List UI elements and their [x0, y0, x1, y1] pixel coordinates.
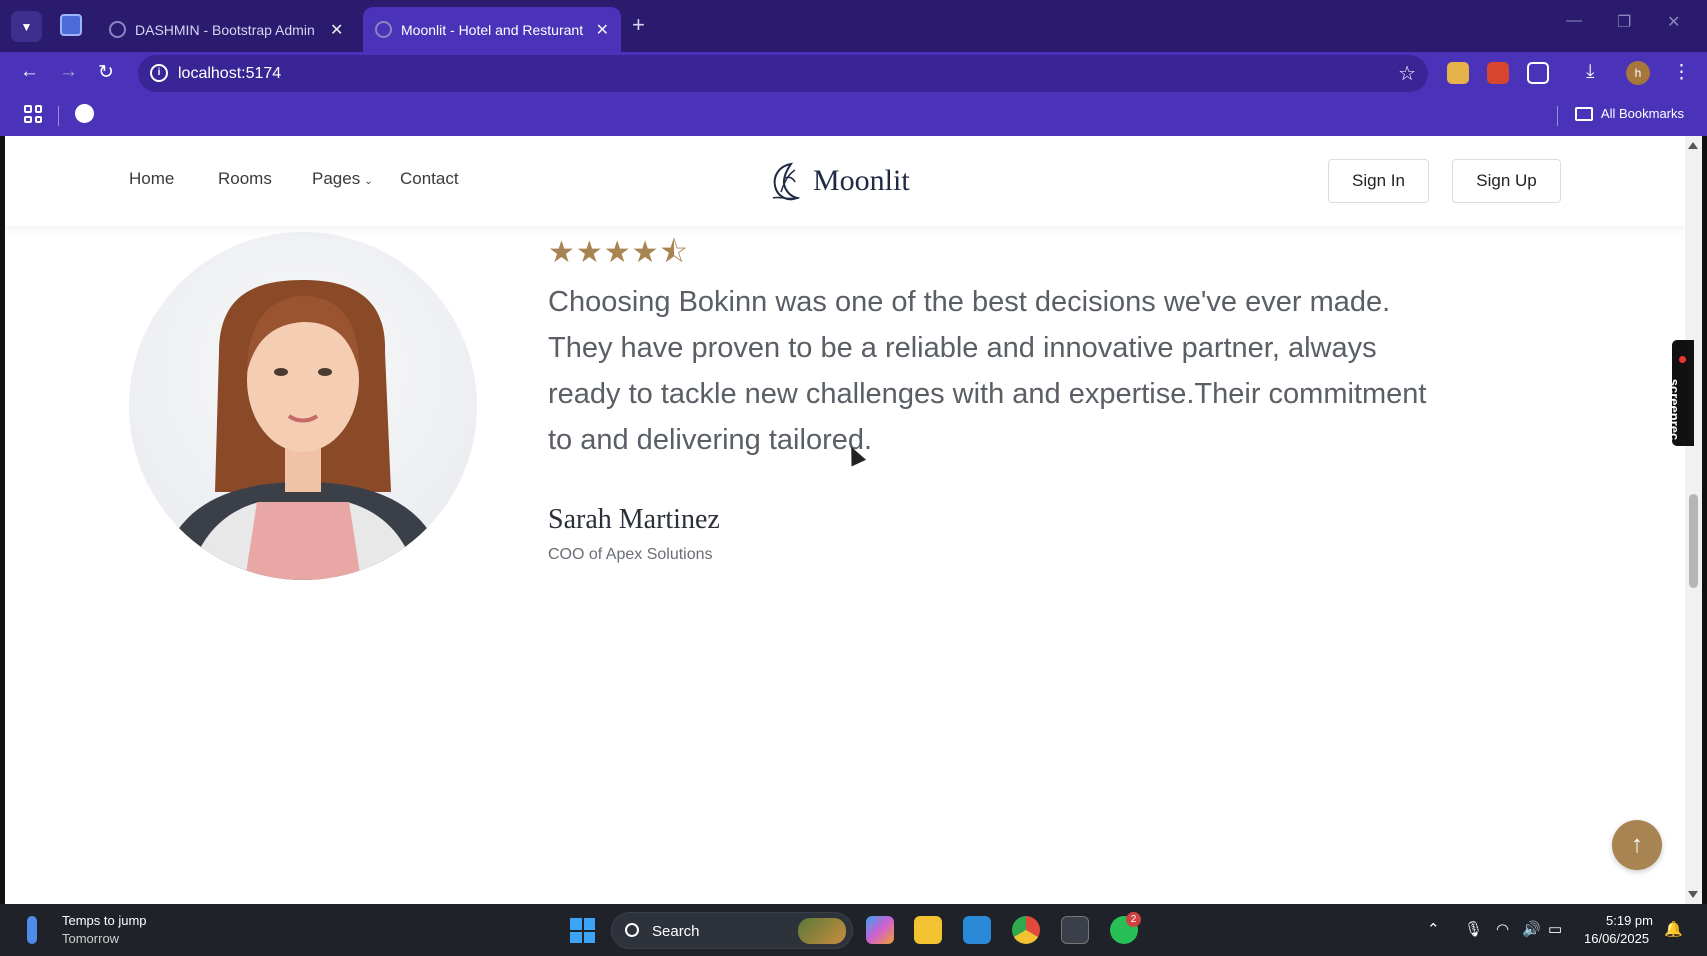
thermometer-icon[interactable] [27, 916, 37, 944]
arrow-up-icon: ↑ [1631, 831, 1643, 858]
taskbar-search[interactable]: Search [611, 912, 853, 949]
restore-icon[interactable]: ❐ [1617, 12, 1631, 32]
tab-search-button[interactable]: ▼ [11, 11, 42, 42]
screen: ▼ DASHMIN - Bootstrap Admin T ✕ Moonlit … [0, 0, 1707, 956]
nav-contact[interactable]: Contact [400, 169, 459, 189]
scrollbar-thumb[interactable] [1689, 494, 1698, 588]
tab-favicon-icon [375, 21, 392, 38]
tab-title: Moonlit - Hotel and Resturant | [401, 21, 584, 38]
reload-icon[interactable]: ↻ [98, 61, 114, 84]
tab-dashmin[interactable]: DASHMIN - Bootstrap Admin T ✕ [97, 7, 360, 52]
clock-date[interactable]: 16/06/2025 [1584, 931, 1649, 946]
terminal-icon[interactable] [1061, 916, 1089, 944]
brand-logo-link[interactable]: Moonlit [767, 158, 910, 204]
window-close-icon[interactable]: ✕ [1667, 12, 1680, 32]
chevron-up-icon[interactable]: ⌃ [1427, 920, 1440, 938]
forward-icon[interactable]: → [59, 61, 78, 83]
volume-icon[interactable]: 🔊 [1522, 920, 1541, 938]
menu-kebab-icon[interactable]: ⋮ [1672, 61, 1691, 84]
file-explorer-icon[interactable] [914, 916, 942, 944]
vscode-icon[interactable] [963, 916, 991, 944]
search-highlight-image [798, 918, 846, 944]
rating-stars: ★★★★⯪ [548, 236, 689, 269]
divider [1557, 106, 1558, 126]
page-scrollbar[interactable] [1685, 136, 1702, 904]
extension-icon[interactable] [1487, 62, 1509, 84]
testimonial-avatar [129, 232, 477, 580]
screenrec-label: screenrec [1667, 378, 1683, 441]
copilot-icon[interactable] [866, 916, 894, 944]
weather-subtitle[interactable]: Tomorrow [62, 931, 119, 946]
nav-pages[interactable]: Pages ⌄ [312, 169, 373, 189]
all-bookmarks-label: All Bookmarks [1600, 106, 1684, 121]
close-icon[interactable]: ✕ [330, 20, 343, 40]
bookmark-star-icon[interactable]: ☆ [1398, 61, 1416, 86]
tab-strip: ▼ DASHMIN - Bootstrap Admin T ✕ Moonlit … [0, 0, 1707, 52]
screenrec-tab[interactable]: screenrec [1667, 340, 1694, 446]
site-info-icon[interactable]: i [150, 64, 168, 82]
extension-icon[interactable] [1447, 62, 1469, 84]
chrome-icon[interactable] [1012, 916, 1040, 944]
taskbar: Temps to jump Tomorrow Search 2 ⌃ 🎙 ◠ 🔊 … [0, 904, 1707, 956]
globe-icon[interactable] [75, 104, 94, 123]
address-url[interactable]: localhost:5174 [178, 65, 281, 83]
moon-logo-icon [772, 162, 801, 201]
divider [58, 106, 59, 126]
nav-rooms[interactable]: Rooms [218, 169, 272, 189]
pinned-app-icon[interactable] [60, 14, 82, 36]
portrait-image [159, 280, 447, 580]
back-to-top-button[interactable]: ↑ [1612, 820, 1662, 870]
sign-in-button[interactable]: Sign In [1328, 159, 1429, 203]
tab-moonlit[interactable]: Moonlit - Hotel and Resturant | ✕ [363, 7, 621, 52]
windows-start-icon[interactable] [570, 918, 595, 943]
record-dot-icon [1679, 356, 1686, 363]
weather-title[interactable]: Temps to jump [62, 913, 147, 928]
all-bookmarks-button[interactable]: All Bookmarks [1574, 106, 1684, 121]
clock-time[interactable]: 5:19 pm [1606, 913, 1653, 928]
scroll-down-icon[interactable] [1688, 891, 1698, 898]
browser-toolbar: ← → ↻ i localhost:5174 ☆ ⤓ h ⋮ [0, 52, 1707, 94]
address-bar[interactable]: i localhost:5174 ☆ [138, 55, 1428, 92]
notification-badge: 2 [1126, 912, 1141, 927]
minimize-icon[interactable]: — [1566, 12, 1582, 30]
tab-favicon-icon [109, 21, 126, 38]
close-icon[interactable]: ✕ [596, 20, 609, 40]
nav-pages-label: Pages [312, 169, 361, 188]
testimonial-role: COO of Apex Solutions [548, 546, 713, 563]
notifications-bell-icon[interactable]: 🔔 [1664, 920, 1683, 938]
taskbar-search-label: Search [652, 923, 700, 940]
wifi-icon[interactable]: ◠ [1496, 920, 1509, 938]
microphone-icon[interactable]: 🎙 [1464, 920, 1483, 938]
battery-icon[interactable]: ▭ [1548, 920, 1562, 938]
apps-grid-icon[interactable] [24, 105, 42, 123]
site-header: Home Rooms Pages ⌄ Contact Moonlit Sign I… [5, 136, 1685, 226]
scroll-up-icon[interactable] [1688, 142, 1698, 149]
profile-avatar[interactable]: h [1626, 61, 1650, 85]
nav-home[interactable]: Home [129, 169, 174, 189]
page-viewport: Home Rooms Pages ⌄ Contact Moonlit Sign I… [5, 136, 1685, 904]
tab-title: DASHMIN - Bootstrap Admin T [135, 21, 318, 38]
sign-up-button[interactable]: Sign Up [1452, 159, 1561, 203]
download-icon[interactable]: ⤓ [1586, 61, 1594, 83]
back-icon[interactable]: ← [20, 61, 39, 83]
testimonial-author: Sarah Martinez [548, 504, 720, 535]
testimonial-quote: Choosing Bokinn was one of the best deci… [548, 286, 1427, 456]
extensions-puzzle-icon[interactable] [1527, 62, 1549, 84]
search-icon [625, 923, 639, 937]
new-tab-icon[interactable]: + [632, 12, 645, 38]
brand-name: Moonlit [813, 164, 910, 197]
bookmarks-bar: All Bookmarks [0, 94, 1707, 136]
folder-icon [1574, 106, 1593, 121]
chevron-down-icon: ⌄ [364, 176, 373, 187]
